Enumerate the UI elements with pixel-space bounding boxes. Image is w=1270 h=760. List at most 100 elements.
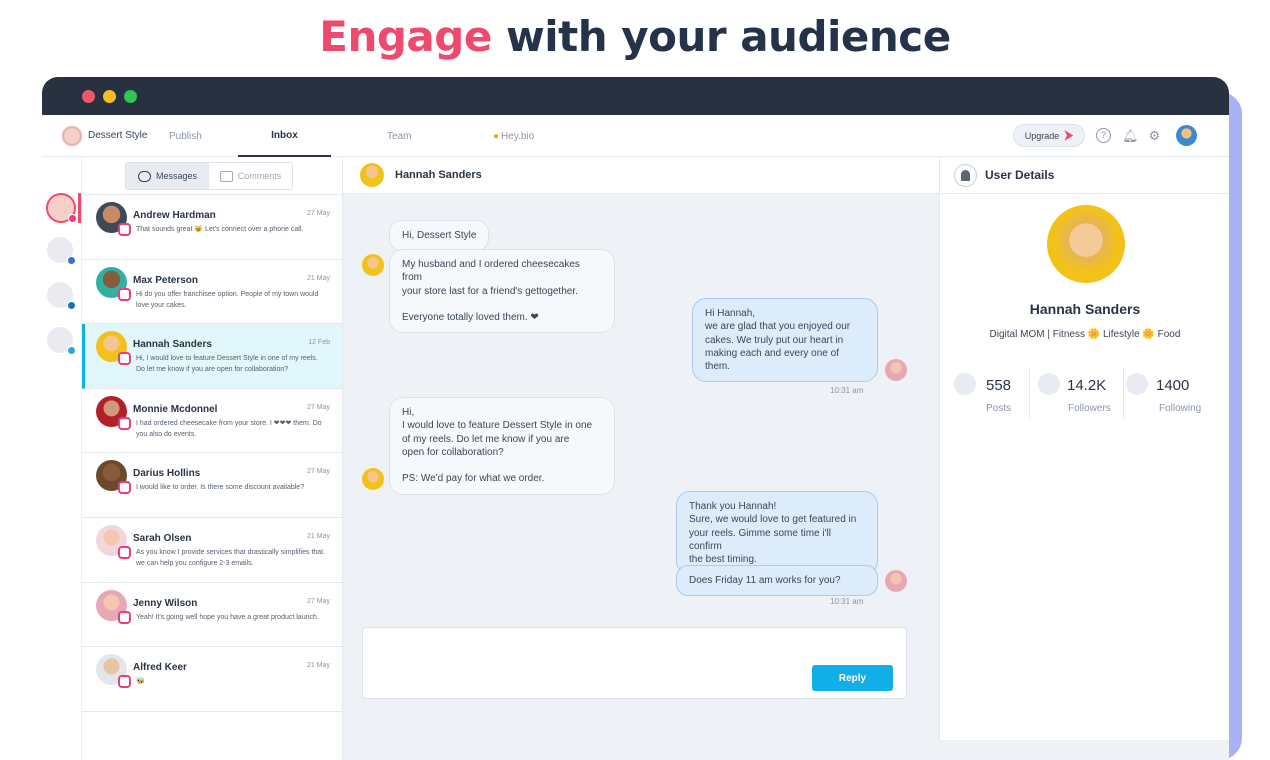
reply-input[interactable]: Reply [362,627,907,699]
stat-value: 1400 [1156,377,1190,394]
user-details-panel: User Details Hannah Sanders Digital MOM … [939,157,1229,740]
nav-heybio[interactable]: ● Hey.bio [493,115,534,157]
account-rail [42,157,82,760]
brand-switcher[interactable]: Dessert Style [62,125,148,146]
instagram-icon [118,481,131,495]
conversation-name: Max Peterson [133,274,199,286]
stat-following: 1400 Following [1126,371,1210,419]
brand-name: Dessert Style [88,130,148,141]
agent-avatar [885,570,907,592]
nav-inbox[interactable]: Inbox [238,115,331,157]
account-twitter[interactable] [47,327,76,355]
user-icon [954,163,977,187]
conversation-date: 27 May [307,210,330,217]
conversation-item[interactable]: Darius Hollins 27 May I would like to or… [82,453,342,518]
contact-avatar [362,254,384,276]
conversation-item-active[interactable]: Hannah Sanders 12 Feb Hi, I would love t… [82,324,342,389]
chat-panel: Hannah Sanders Hi, Dessert Style My husb… [343,157,939,760]
details-header: User Details [940,157,1229,194]
message-bubble: My husband and I ordered cheesecakes fro… [389,249,615,334]
conversation-preview: I would like to order. Is there some dis… [136,484,305,492]
close-dot[interactable] [82,89,95,103]
profile-bio: Digital MOM | Fitness 🌼 Lifestyle 🌼 Food [989,329,1181,340]
conversation-name: Alfred Keer [133,662,187,674]
help-icon[interactable]: ? [1096,128,1111,143]
conversation-date: 21 May [307,274,330,282]
conversation-date: 21 May [307,662,330,670]
conversation-item[interactable]: Jenny Wilson 27 May Yeah! It's going wel… [82,583,342,648]
rocket-icon [1064,130,1074,141]
conversation-preview: As you know I provide services that dras… [136,548,326,567]
maximize-dot[interactable] [124,89,137,103]
conversation-date: 21 May [307,532,330,540]
contact-avatar [360,163,384,187]
conversation-name: Hannah Sanders [133,339,212,351]
upgrade-button[interactable]: Upgrade [1013,124,1085,147]
conversation-date: 12 Feb [308,339,330,347]
conversation-date: 27 May [307,597,330,605]
tab-comments[interactable]: Comments [209,163,292,189]
stat-posts: 558 Posts [954,371,1038,419]
brand-logo-icon [62,125,82,146]
bee-icon: ● [493,130,500,142]
account-instagram[interactable] [46,193,77,223]
conversation-item[interactable]: Monnie Mcdonnel 27 May I had ordered che… [82,389,342,454]
conversation-item[interactable]: Sarah Olsen 21 May As you know I provide… [82,518,342,583]
profile-avatar [1047,205,1125,283]
nav-publish[interactable]: Publish [169,115,202,157]
conversation-list: Messages Comments Andrew Hardman 27 May … [82,157,343,760]
message-bubble: Hi, Dessert Style [389,220,490,252]
conversation-preview: Hi do you offer franchisee option. Peopl… [136,290,319,309]
message-time: 10:31 am [830,386,864,395]
conversation-name: Sarah Olsen [133,532,192,544]
instagram-icon [118,352,131,366]
user-avatar[interactable] [1176,125,1197,146]
panel-footer [939,740,1229,760]
conversation-item[interactable]: Alfred Keer 21 May 🐝 [82,647,342,712]
account-facebook[interactable] [47,237,76,265]
stat-value: 14.2K [1067,377,1107,394]
conversation-preview: That sounds great 😺 Let's connect over a… [136,226,304,233]
agent-avatar [885,359,907,381]
conversation-preview: Yeah! It's going well hope you have a gr… [136,613,319,621]
divider [1029,367,1030,419]
conversation-items: Andrew Hardman 27 May That sounds great … [82,194,342,712]
reply-button[interactable]: Reply [812,665,893,691]
message-time: 10:31 am [830,597,864,606]
tab-messages[interactable]: Messages [126,163,209,189]
account-linkedin[interactable] [47,282,76,310]
instagram-icon [118,287,131,301]
details-title: User Details [985,168,1055,182]
conversation-item[interactable]: Andrew Hardman 27 May That sounds great … [82,195,342,260]
conversation-item[interactable]: Max Peterson 21 May Hi do you offer fran… [82,260,342,325]
conversation-date: 27 May [307,468,330,476]
divider [1123,367,1124,419]
conversation-name: Monnie Mcdonnel [133,403,218,415]
image-icon [219,170,233,182]
pencil-icon [954,373,976,395]
stat-value: 558 [986,377,1012,394]
message-type-toggle: Messages Comments [125,162,293,190]
stat-label: Followers [1068,403,1111,414]
instagram-icon [118,545,131,559]
message-bubble: Does Friday 11 am works for you? [676,565,878,597]
gear-icon[interactable]: ⚙ [1147,128,1162,143]
top-navigation: Dessert Style Publish Inbox Team ● Hey.bi… [42,115,1229,157]
following-icon [1126,373,1148,395]
conversation-name: Andrew Hardman [133,210,216,221]
nav-team[interactable]: Team [387,115,411,157]
minimize-dot[interactable] [103,89,116,103]
stat-label: Posts [986,403,1012,414]
bell-icon[interactable]: 🔔︎ [1122,128,1139,143]
message-bubble: Thank you Hannah! Sure, we would love to… [676,491,878,576]
instagram-icon [118,675,131,689]
stat-followers: 14.2K Followers [1038,371,1122,419]
followers-icon [1038,373,1060,395]
headline-accent: Engage [319,12,492,61]
contact-avatar [362,468,384,490]
conversation-preview: 🐝 [136,678,145,686]
headline: Engage with your audience [0,12,1270,61]
active-account-bar [78,193,81,223]
conversation-preview: Hi, I would love to feature Dessert Styl… [136,355,318,374]
chat-icon [137,170,151,182]
